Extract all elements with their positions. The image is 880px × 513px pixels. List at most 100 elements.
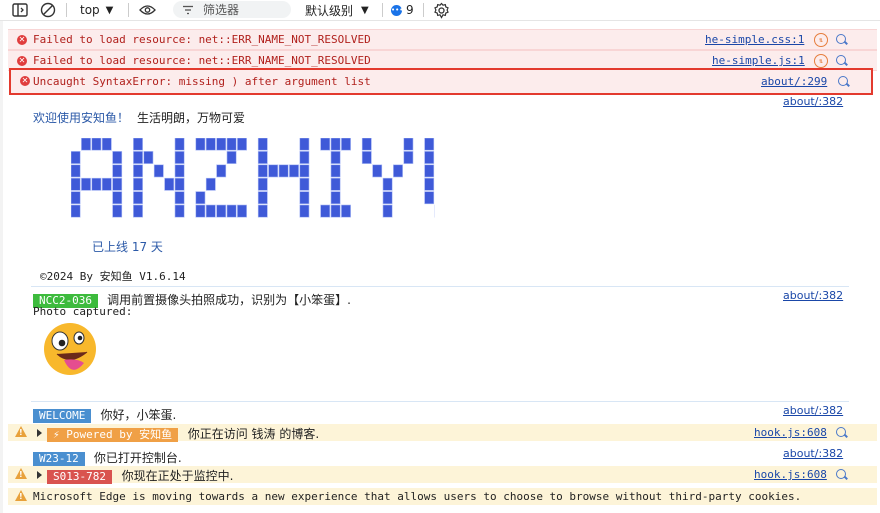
ascii-block (257, 191, 268, 205)
console-gutter (0, 21, 3, 513)
ascii-block (268, 164, 279, 178)
ascii-block (330, 164, 341, 178)
ascii-block (205, 204, 216, 218)
search-icon[interactable] (836, 55, 846, 65)
ascii-block (424, 177, 435, 191)
ascii-block (205, 137, 216, 151)
ascii-block (226, 204, 237, 218)
ascii-block (278, 164, 289, 178)
settings-gear-icon[interactable] (433, 0, 450, 20)
ascii-block (195, 137, 206, 151)
ascii-block (133, 204, 143, 218)
error-message: Failed to load resource: net::ERR_NAME_N… (33, 54, 371, 67)
expand-arrow-icon[interactable] (37, 471, 42, 479)
ascii-block (133, 164, 143, 178)
zany-face-emoji-image (42, 322, 98, 378)
expand-arrow-icon[interactable] (37, 429, 42, 437)
ascii-block (382, 191, 393, 205)
ascii-block (361, 151, 372, 164)
ascii-block (133, 177, 143, 191)
ascii-block (320, 204, 331, 218)
ascii-block (403, 137, 414, 151)
ascii-block (143, 151, 154, 164)
warning-icon: ! (15, 490, 27, 501)
filter-icon (183, 5, 193, 14)
ascii-block (216, 137, 227, 151)
filter-input[interactable]: 筛选器 (173, 1, 291, 18)
ascii-block (174, 137, 185, 151)
ascii-block (393, 164, 403, 178)
ascii-block (164, 177, 175, 191)
search-icon[interactable] (836, 469, 846, 479)
filter-placeholder: 筛选器 (203, 3, 240, 17)
powered-badge: ⚡ Powered by 安知鱼 (47, 428, 179, 442)
ascii-block (174, 177, 185, 191)
ascii-block (320, 137, 331, 151)
ascii-block (226, 137, 237, 151)
console-warning-row[interactable]: ! S013-782 你现在正处于监控中. hook.js:608 (8, 466, 877, 484)
source-link[interactable]: he-simple.css:1 (705, 33, 804, 46)
source-link[interactable]: hook.js:608 (754, 468, 827, 481)
network-request-icon[interactable]: ⇅ (814, 33, 828, 47)
search-icon[interactable] (836, 34, 846, 44)
context-selector[interactable]: top ▼ (80, 0, 113, 20)
message-bubble-icon: ••• (391, 4, 404, 16)
ascii-block (91, 137, 102, 151)
dock-sidebar-icon[interactable] (12, 0, 28, 20)
console-error-row-highlighted[interactable]: ✕ Uncaught SyntaxError: missing ) after … (9, 68, 873, 95)
ascii-block (112, 177, 123, 191)
w23-text: 你已打开控制台. (93, 451, 182, 465)
source-link[interactable]: about/:382 (783, 95, 843, 108)
context-label: top (80, 3, 100, 17)
ascii-block (205, 177, 216, 191)
search-icon[interactable] (836, 427, 846, 437)
powered-message: ⚡ Powered by 安知鱼 你正在访问 钱涛 的博客. (47, 425, 319, 442)
source-link[interactable]: about/:299 (761, 75, 827, 88)
clear-console-icon[interactable] (40, 0, 56, 20)
source-link[interactable]: he-simple.js:1 (712, 54, 805, 67)
log-level-label: 默认级别 (305, 3, 354, 18)
ascii-block (403, 151, 414, 164)
ascii-block (70, 177, 81, 191)
divider (31, 286, 849, 287)
ascii-block (174, 204, 185, 218)
chevron-down-icon: ▼ (361, 4, 369, 16)
ascii-block (226, 151, 237, 164)
ascii-block (257, 204, 268, 218)
ascii-block (91, 177, 102, 191)
w23-log-row: W23-12 你已打开控制台. (33, 447, 182, 466)
source-link[interactable]: about/:382 (783, 404, 843, 417)
source-link[interactable]: about/:382 (783, 289, 843, 302)
online-days-text: 已上线 17 天 (92, 240, 163, 254)
source-link[interactable]: hook.js:608 (754, 426, 827, 439)
source-link[interactable]: about/:382 (783, 447, 843, 460)
console-warning-row[interactable]: ! ⚡ Powered by 安知鱼 你正在访问 钱涛 的博客. hook.js… (8, 424, 877, 442)
ascii-block (81, 137, 91, 151)
ascii-block (133, 151, 143, 164)
console-warning-row[interactable]: ! Microsoft Edge is moving towards a new… (8, 488, 877, 505)
ascii-block (299, 151, 310, 164)
console-error-row[interactable]: ✕ Failed to load resource: net::ERR_NAME… (8, 29, 877, 50)
ascii-block (257, 177, 268, 191)
ascii-block (70, 151, 81, 164)
issues-counter[interactable]: ••• 9 (391, 0, 414, 20)
ascii-block (330, 204, 341, 218)
ascii-block (299, 137, 310, 151)
ascii-block (153, 164, 164, 178)
ascii-block (112, 191, 123, 205)
ascii-block (174, 191, 185, 205)
ascii-block (112, 164, 123, 178)
ascii-block (330, 191, 341, 205)
live-expression-eye-icon[interactable] (139, 0, 156, 20)
error-icon: ✕ (20, 76, 30, 86)
ascii-block (101, 137, 112, 151)
ascii-block (133, 191, 143, 205)
network-request-icon[interactable]: ⇅ (814, 54, 828, 68)
s013-badge: S013-782 (47, 470, 112, 484)
ascii-art-logo (70, 137, 476, 220)
log-level-dropdown[interactable]: 默认级别 ▼ (305, 0, 369, 20)
error-icon: ✕ (17, 35, 27, 45)
welcome-log-row: WELCOME 你好，小笨蛋. (33, 404, 176, 423)
ascii-block (195, 204, 206, 218)
search-icon[interactable] (838, 76, 848, 86)
